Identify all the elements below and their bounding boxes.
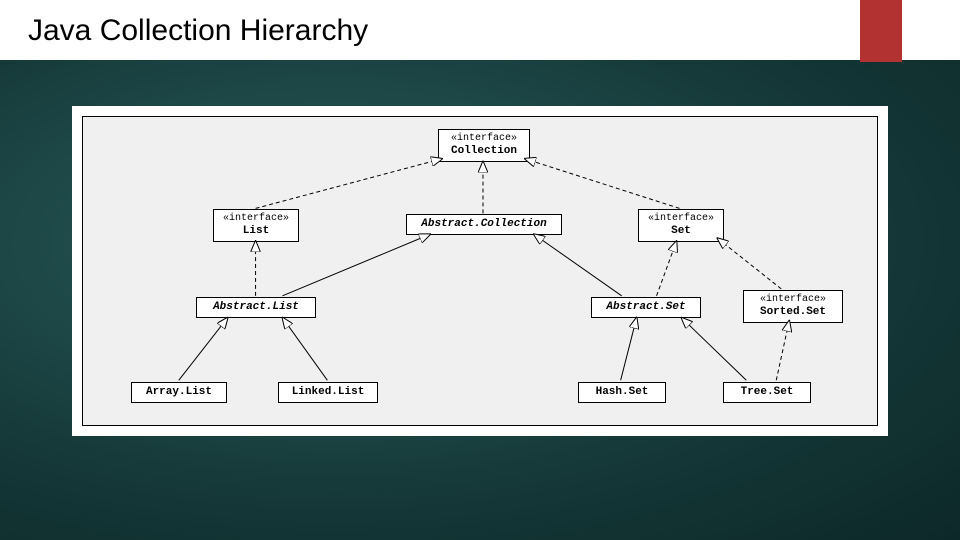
accent-tab (860, 0, 902, 62)
class-name: Linked.List (287, 386, 369, 399)
class-name: Tree.Set (732, 386, 802, 399)
page-title: Java Collection Hierarchy (28, 14, 932, 48)
stereotype: «interface» (222, 213, 290, 225)
title-bar: Java Collection Hierarchy (0, 0, 960, 60)
class-name: List (222, 225, 290, 238)
uml-diagram: «interface» Collection «interface» List … (82, 116, 878, 426)
stereotype: «interface» (752, 294, 834, 306)
class-name: Hash.Set (587, 386, 657, 399)
node-linked-list: Linked.List (278, 382, 378, 403)
node-set: «interface» Set (638, 209, 724, 242)
class-name: Collection (447, 145, 521, 158)
node-tree-set: Tree.Set (723, 382, 811, 403)
node-abstract-collection: Abstract.Collection (406, 214, 562, 235)
node-sorted-set: «interface» Sorted.Set (743, 290, 843, 323)
class-name: Abstract.Set (600, 301, 692, 314)
node-abstract-set: Abstract.Set (591, 297, 701, 318)
class-name: Sorted.Set (752, 306, 834, 319)
diagram-container: «interface» Collection «interface» List … (72, 106, 888, 436)
connectors (83, 117, 877, 425)
class-name: Abstract.List (205, 301, 307, 314)
node-hash-set: Hash.Set (578, 382, 666, 403)
node-abstract-list: Abstract.List (196, 297, 316, 318)
class-name: Array.List (140, 386, 218, 399)
node-list: «interface» List (213, 209, 299, 242)
stereotype: «interface» (447, 133, 521, 145)
class-name: Abstract.Collection (415, 218, 553, 231)
node-array-list: Array.List (131, 382, 227, 403)
stereotype: «interface» (647, 213, 715, 225)
node-collection: «interface» Collection (438, 129, 530, 162)
class-name: Set (647, 225, 715, 238)
